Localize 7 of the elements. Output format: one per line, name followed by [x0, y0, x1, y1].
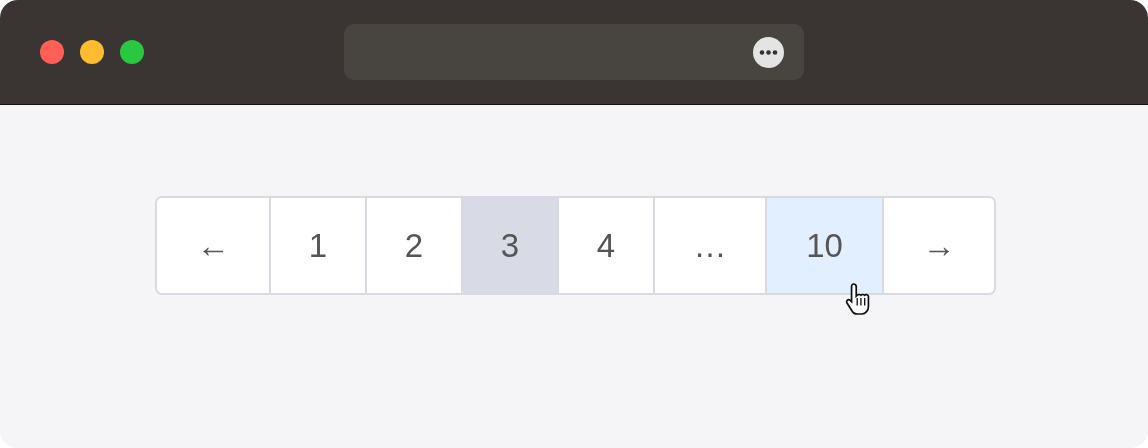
- close-icon[interactable]: [40, 40, 64, 64]
- address-bar[interactable]: [344, 24, 804, 80]
- more-icon[interactable]: [753, 37, 784, 68]
- minimize-icon[interactable]: [80, 40, 104, 64]
- page-button[interactable]: →: [882, 198, 994, 293]
- zoom-icon[interactable]: [120, 40, 144, 64]
- page-button[interactable]: 3: [461, 198, 557, 293]
